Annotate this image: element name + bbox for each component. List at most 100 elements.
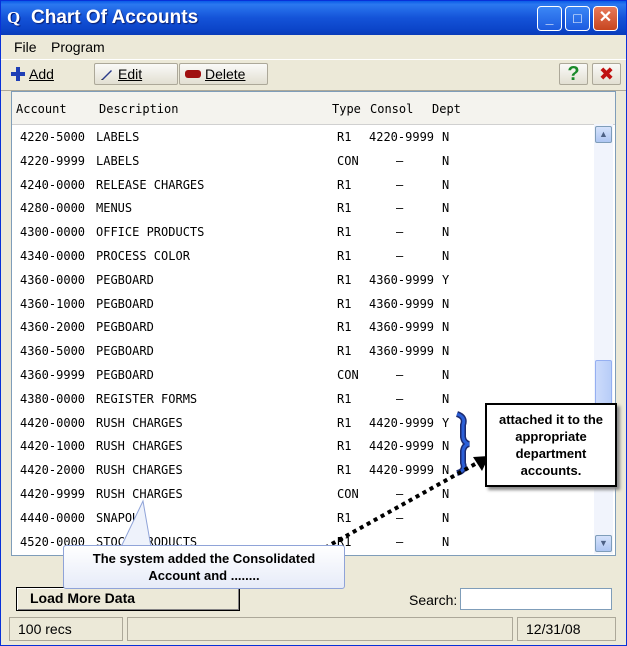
cell-dept: N [442,153,450,168]
cell-type: R1 [337,320,352,335]
callout-right-line: appropriate [515,429,587,444]
help-icon: ? [567,62,580,85]
cell-description: PEGBOARD [96,320,154,335]
cell-account: 4420-9999 [20,487,86,501]
cell-dept: N [442,344,450,359]
table-row[interactable]: 4280-0000 MENUS R1 – N [12,196,594,220]
cell-dept: Y [442,272,450,287]
cell-account: 4360-0000 [20,272,86,287]
cell-dept: N [442,391,450,406]
status-middle-panel [127,617,513,641]
cell-type: R1 [337,439,352,454]
table-row[interactable]: 4220-5000 LABELS R1 4220-9999 N [12,125,594,149]
callout-consolidated-account: The system added the Consolidated Accoun… [63,545,345,589]
cell-account: 4380-0000 [20,391,86,406]
cell-type: R1 [337,391,352,406]
cell-account: 4360-5000 [20,344,86,359]
vertical-scrollbar[interactable]: ▲ ▼ [594,124,613,554]
cell-type: R1 [337,415,352,430]
add-label: Add [29,66,54,82]
table-row[interactable]: 4220-9999 LABELS CON – N [12,149,594,173]
edit-button[interactable]: Edit [94,63,178,85]
cell-account: 4360-2000 [20,320,86,335]
scroll-up-button[interactable]: ▲ [595,126,612,143]
table-row[interactable]: 4340-0000 PROCESS COLOR R1 – N [12,244,594,268]
cell-dept: N [442,510,450,525]
cell-dept: N [442,249,450,263]
cell-description: RELEASE CHARGES [96,177,205,192]
cell-dept: N [442,225,450,240]
cell-account: 4440-0000 [20,510,86,525]
cell-account: 4240-0000 [20,177,86,192]
cell-consol: – [396,225,404,240]
cell-consol: – [396,201,404,216]
col-dept[interactable]: Dept [432,102,461,116]
search-input[interactable] [460,588,612,610]
add-button[interactable]: Add [4,63,88,85]
load-more-data-button[interactable]: Load More Data [16,587,240,611]
cell-type: R1 [337,177,352,192]
cell-type: R1 [337,296,352,311]
cell-description: OFFICE PRODUCTS [96,225,205,240]
table-row[interactable]: 4360-1000 PEGBOARD R1 4360-9999 N [12,292,594,316]
cell-description: RUSH CHARGES [96,487,183,501]
table-row[interactable]: 4360-2000 PEGBOARD R1 4360-9999 N [12,315,594,339]
cell-description: LABELS [96,130,140,144]
callout-right-line: accounts. [520,463,582,478]
cell-dept: N [442,320,450,335]
cell-type: CON [337,153,359,168]
app-q-icon: Q [7,8,21,27]
callout-bubble-line: The system added the Consolidated [92,551,316,566]
cell-account: 4420-0000 [20,415,86,430]
table-row[interactable]: 4360-9999 PEGBOARD CON – N [12,363,594,387]
cell-description: PEGBOARD [96,296,154,311]
callout-department-accounts: attached it to the appropriate departmen… [485,403,617,487]
cell-consol: 4360-9999 [369,344,435,359]
col-account[interactable]: Account [16,102,67,116]
cell-dept: N [442,130,450,144]
cell-description: LABELS [96,153,140,168]
cell-type: CON [337,487,359,501]
cell-account: 4420-1000 [20,439,86,454]
plus-icon [11,67,25,81]
window-title: Chart Of Accounts [31,7,199,28]
col-type[interactable]: Type [332,102,361,116]
exit-button[interactable]: ✖ [592,63,621,85]
cell-account: 4220-5000 [20,130,86,144]
cell-dept: N [442,439,450,454]
cell-description: SNAPOU [96,510,140,525]
cell-dept: N [442,534,450,549]
cell-consol: 4360-9999 [369,272,435,287]
scroll-thumb[interactable] [595,360,612,406]
cell-dept: N [442,177,450,192]
help-button[interactable]: ? [559,63,588,85]
menu-bar: File Program [1,35,626,59]
cell-description: PROCESS COLOR [96,249,190,263]
col-consol[interactable]: Consol [370,102,413,116]
cell-consol: 4420-9999 [369,415,435,430]
minimize-button[interactable]: _ [537,6,562,31]
scroll-down-button[interactable]: ▼ [595,535,612,552]
delete-button[interactable]: Delete [179,63,268,85]
cell-type: R1 [337,225,352,240]
table-row[interactable]: 4300-0000 OFFICE PRODUCTS R1 – N [12,220,594,244]
table-row[interactable]: 4240-0000 RELEASE CHARGES R1 – N [12,173,594,197]
status-date: 12/31/08 [517,617,616,641]
menu-file[interactable]: File [14,39,37,55]
grid-header: Account Description Type Consol Dept [12,92,615,125]
cell-consol: – [396,177,404,192]
col-description[interactable]: Description [99,102,178,116]
cell-description: RUSH CHARGES [96,415,183,430]
maximize-button[interactable]: □ [565,6,590,31]
table-row[interactable]: 4360-5000 PEGBOARD R1 4360-9999 N [12,339,594,363]
edit-label: Edit [118,66,143,82]
menu-program[interactable]: Program [51,39,105,55]
close-window-button[interactable]: ✕ [593,6,618,31]
table-row[interactable]: 4440-0000 SNAPOU R1 – N [12,506,594,530]
load-more-label: Load More Data [30,590,136,606]
cell-type: R1 [337,201,352,216]
table-row[interactable]: 4360-0000 PEGBOARD R1 4360-9999 Y [12,268,594,292]
cell-dept: N [442,368,450,382]
cell-account: 4300-0000 [20,225,86,240]
title-bar[interactable]: Q Chart Of Accounts _ □ ✕ [1,1,626,35]
